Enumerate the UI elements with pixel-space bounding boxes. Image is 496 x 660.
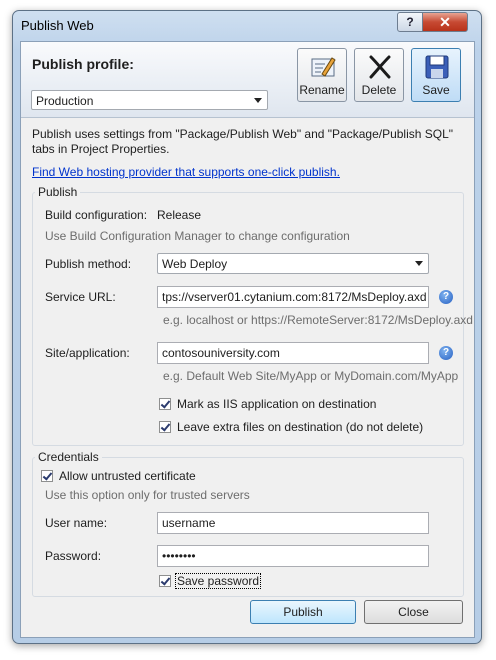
- delete-x-icon: [369, 55, 391, 79]
- window-title: Publish Web: [21, 18, 94, 33]
- build-configuration-hint: Use Build Configuration Manager to chang…: [45, 229, 350, 243]
- rename-label: Rename: [299, 83, 345, 97]
- question-circle-icon[interactable]: ?: [439, 290, 453, 304]
- service-url-label: Service URL:: [45, 290, 116, 304]
- save-password-checkbox[interactable]: [159, 575, 171, 587]
- delete-label: Delete: [361, 83, 397, 97]
- allow-untrusted-label: Allow untrusted certificate: [59, 469, 196, 483]
- service-url-input[interactable]: tps://vserver01.cytanium.com:8172/MsDepl…: [157, 286, 429, 308]
- title-bar[interactable]: Publish Web ? ✕: [13, 11, 481, 39]
- delete-button[interactable]: Delete: [354, 48, 404, 102]
- publish-method-value: Web Deploy: [162, 257, 228, 271]
- service-url-hint: e.g. localhost or https://RemoteServer:8…: [163, 313, 473, 327]
- allow-untrusted-checkbox[interactable]: [41, 470, 53, 482]
- rename-icon: [311, 57, 336, 77]
- publish-method-dropdown[interactable]: Web Deploy: [157, 253, 429, 274]
- rename-button[interactable]: Rename: [297, 48, 347, 102]
- publish-web-window: Publish Web ? ✕ Publish profile: Product…: [12, 10, 482, 644]
- save-password-label: Save password: [175, 573, 262, 589]
- username-label: User name:: [45, 516, 108, 530]
- info-text: Publish uses settings from "Package/Publ…: [32, 127, 454, 156]
- leave-files-label: Leave extra files on destination (do not…: [177, 420, 424, 434]
- site-application-label: Site/application:: [45, 346, 130, 360]
- close-window-button[interactable]: ✕: [422, 12, 468, 32]
- credentials-group-title: Credentials: [35, 450, 102, 464]
- password-label: Password:: [45, 549, 102, 563]
- question-circle-icon[interactable]: ?: [439, 346, 453, 360]
- close-button[interactable]: Close: [364, 600, 463, 624]
- save-profile-label: Save: [422, 83, 450, 97]
- publish-profile-dropdown[interactable]: Production: [31, 90, 268, 110]
- publish-button[interactable]: Publish: [250, 600, 356, 624]
- floppy-disk-icon: [425, 55, 449, 79]
- allow-untrusted-hint: Use this option only for trusted servers: [45, 488, 250, 502]
- publish-profile-label: Publish profile:: [32, 56, 134, 72]
- mark-iis-label: Mark as IIS application on destination: [177, 397, 377, 411]
- help-button[interactable]: ?: [397, 12, 423, 32]
- password-input[interactable]: ••••••••: [157, 545, 429, 567]
- chevron-down-icon: [415, 261, 423, 266]
- site-application-hint: e.g. Default Web Site/MyApp or MyDomain.…: [163, 369, 459, 383]
- dialog-body: Publish profile: Production Rename Delet…: [20, 41, 475, 638]
- mark-iis-checkbox[interactable]: [159, 398, 171, 410]
- build-configuration-value: Release: [157, 208, 202, 222]
- publish-profile-value: Production: [36, 94, 94, 108]
- publish-method-label: Publish method:: [45, 257, 132, 271]
- profile-header: Publish profile: Production Rename Delet…: [21, 42, 474, 118]
- save-profile-button[interactable]: Save: [411, 48, 461, 102]
- chevron-down-icon: [254, 98, 262, 103]
- build-configuration-label: Build configuration:: [45, 208, 148, 222]
- site-application-input[interactable]: contosouniversity.com: [157, 342, 429, 364]
- publish-group-title: Publish: [35, 185, 81, 199]
- hosting-provider-link[interactable]: Find Web hosting provider that supports …: [32, 165, 340, 179]
- leave-files-checkbox[interactable]: [159, 421, 171, 433]
- username-input[interactable]: username: [157, 512, 429, 534]
